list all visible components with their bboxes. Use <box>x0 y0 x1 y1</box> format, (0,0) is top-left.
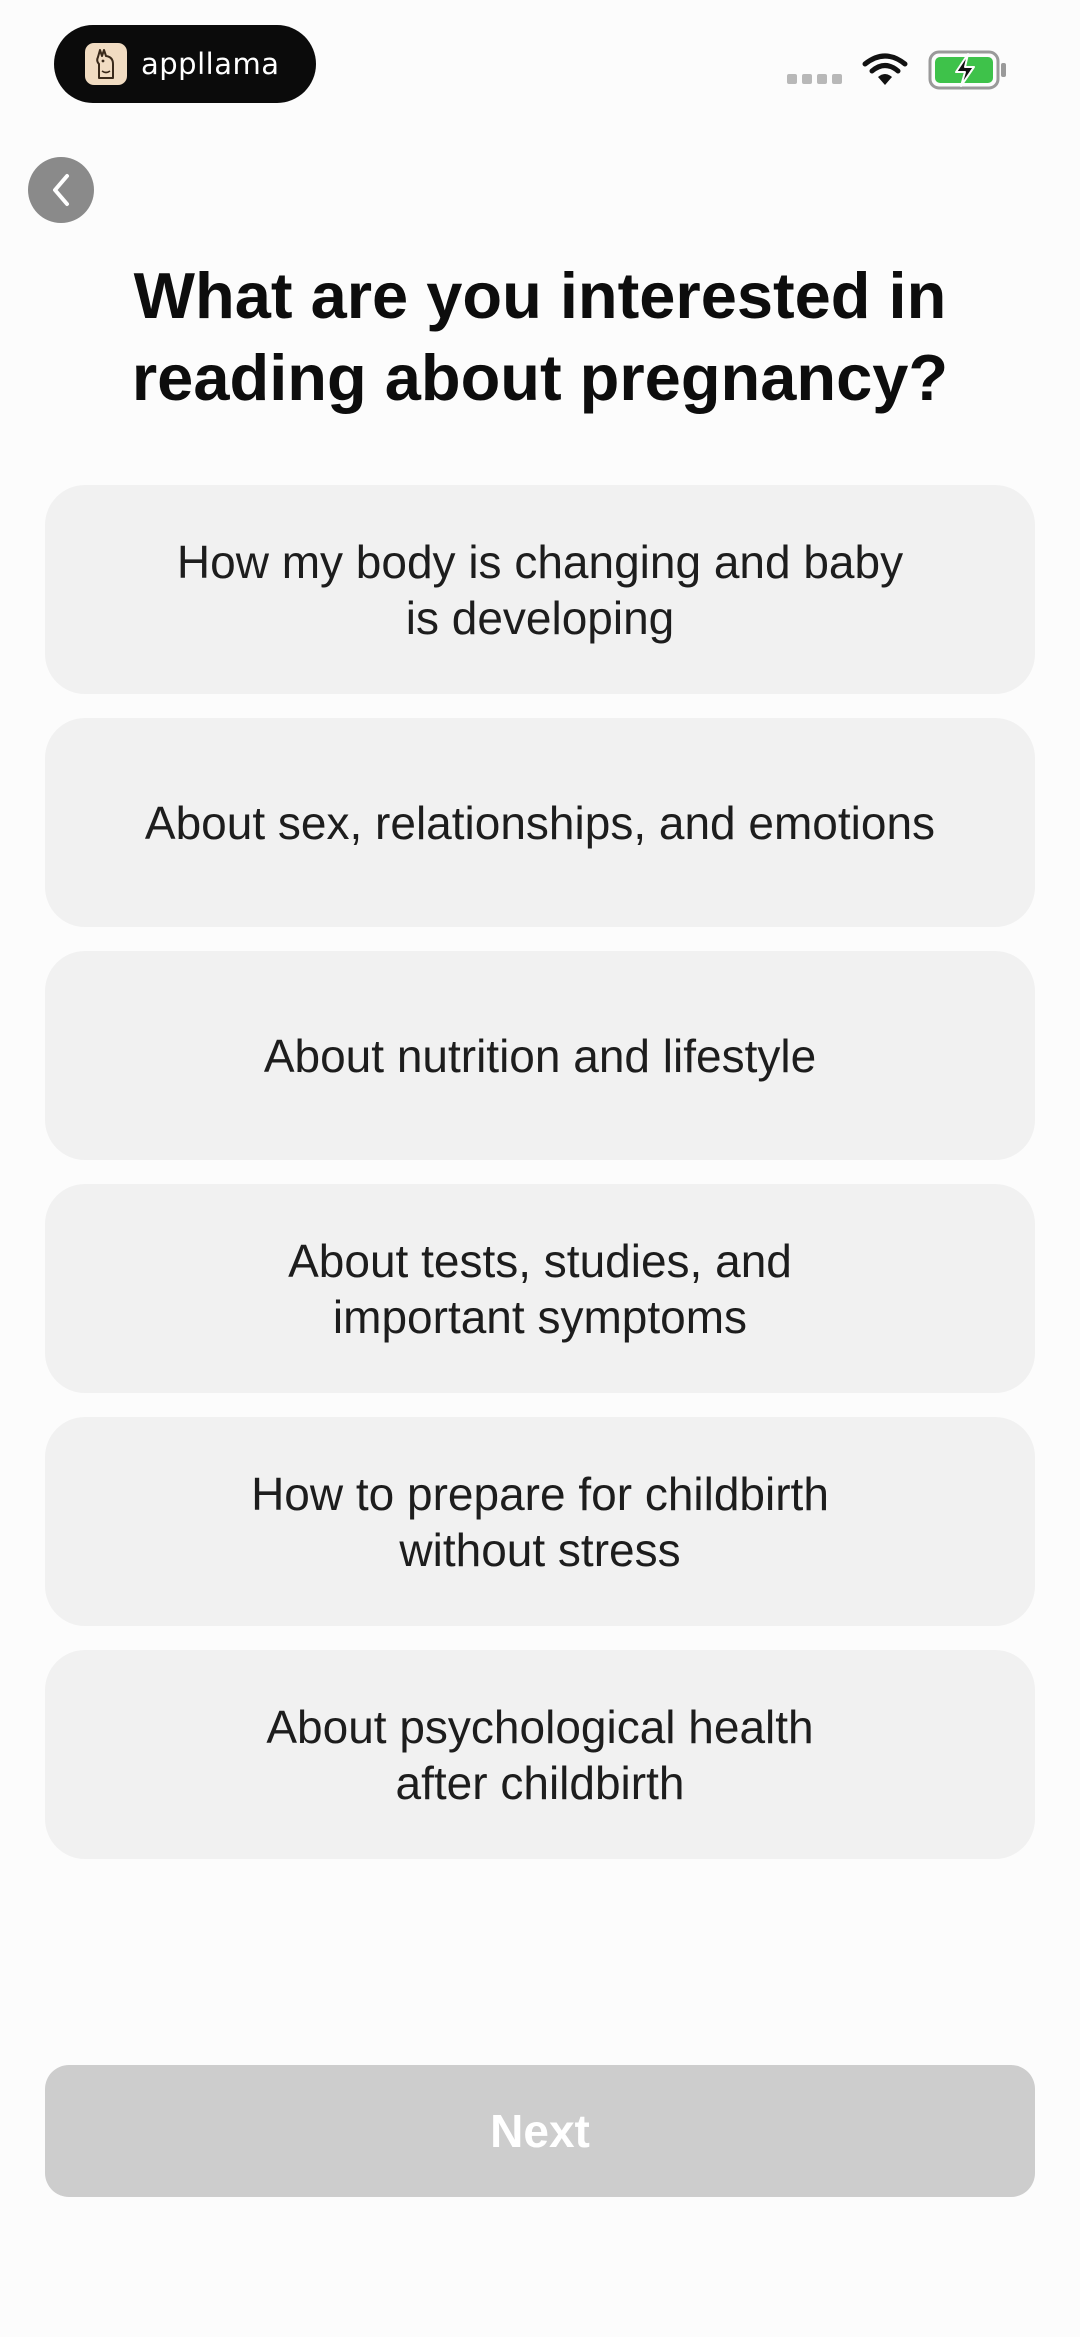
page-title: What are you interested in reading about… <box>131 259 949 414</box>
next-button[interactable]: Next <box>45 2065 1035 2197</box>
brand-badge: appllama <box>54 25 316 103</box>
status-bar: appllama <box>0 0 1080 140</box>
option-label: About sex, relationships, and emotions <box>144 796 936 849</box>
option-psychological-health[interactable]: About psychological health after childbi… <box>45 1650 1035 1859</box>
option-label: How to prepare for childbirth without st… <box>251 1467 829 1576</box>
options-list: How my body is changing and baby is deve… <box>45 485 1035 1883</box>
option-label: About nutrition and lifestyle <box>263 1029 817 1082</box>
option-label: How my body is changing and baby is deve… <box>176 535 904 644</box>
option-label: About psychological health after childbi… <box>266 1700 814 1809</box>
option-sex-relationships-emotions[interactable]: About sex, relationships, and emotions <box>45 718 1035 927</box>
next-button-label: Next <box>490 2105 590 2157</box>
option-nutrition-lifestyle[interactable]: About nutrition and lifestyle <box>45 951 1035 1160</box>
option-prepare-childbirth[interactable]: How to prepare for childbirth without st… <box>45 1417 1035 1626</box>
status-icons <box>787 50 1008 90</box>
battery-charging-icon <box>928 50 1006 90</box>
signal-icon <box>787 74 842 84</box>
appllama-logo-icon <box>85 43 127 85</box>
option-tests-studies-symptoms[interactable]: About tests, studies, and important symp… <box>45 1184 1035 1393</box>
back-button[interactable] <box>28 157 94 223</box>
brand-name: appllama <box>141 47 280 81</box>
option-label: About tests, studies, and important symp… <box>288 1234 792 1343</box>
wifi-icon <box>862 53 908 85</box>
chevron-left-icon <box>53 174 69 206</box>
option-body-baby-development[interactable]: How my body is changing and baby is deve… <box>45 485 1035 694</box>
